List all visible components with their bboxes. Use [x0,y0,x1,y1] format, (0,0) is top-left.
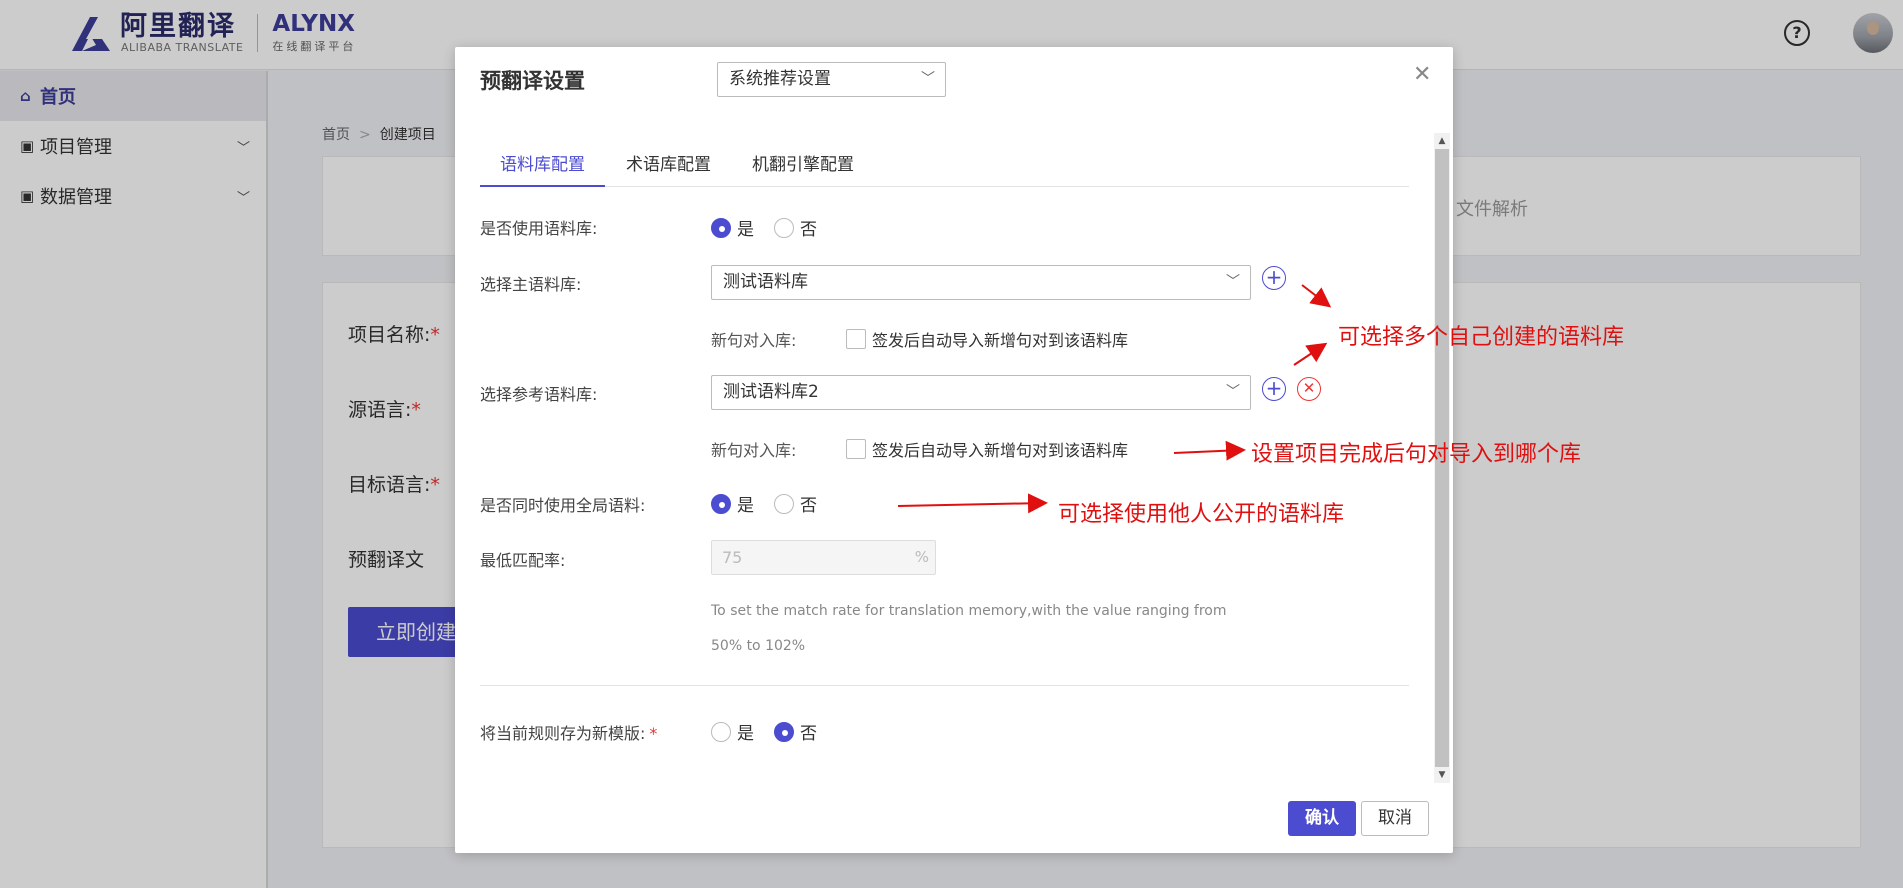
ref-tm-label: 选择参考语料库: [480,385,598,404]
close-icon[interactable]: ✕ [1413,64,1431,86]
use-tm-yes-option[interactable]: 是 [711,215,754,240]
chevron-down-icon: ﹀ [1226,274,1240,290]
save-template-yes-option[interactable]: 是 [711,719,754,744]
global-tm-label: 是否同时使用全局语料: [480,496,646,515]
new-pair-label: 新句对入库: [711,331,797,350]
annotation-import-target: 设置项目完成后句对导入到哪个库 [1251,442,1582,467]
ref-tm-value: 测试语料库2 [723,382,819,402]
auto-import-checkbox[interactable] [846,329,866,349]
config-tabs: 语料库配置 术语库配置 机翻引擎配置 [480,143,1409,187]
main-tm-label: 选择主语料库: [480,275,582,294]
add-main-tm-plus-icon[interactable]: + [1262,266,1286,290]
main-tm-value: 测试语料库 [723,272,808,292]
min-match-placeholder: 75 [722,548,743,567]
radio-label: 是 [737,496,754,516]
main-tm-auto-import[interactable]: 签发后自动导入新增句对到该语料库 [846,327,1128,351]
tab-termbase-config[interactable]: 术语库配置 [606,143,731,187]
annotation-public-tm: 可选择使用他人公开的语料库 [1058,502,1345,527]
chevron-down-icon: ﹀ [1226,384,1240,400]
match-rate-hint-line1: To set the match rate for translation me… [711,603,1227,619]
tab-mt-engine-config[interactable]: 机翻引擎配置 [732,143,874,187]
tab-tm-config[interactable]: 语料库配置 [480,143,605,187]
radio-label: 否 [800,496,817,516]
radio-checked[interactable] [774,721,794,742]
min-match-input[interactable]: 75 % [711,540,936,575]
save-template-no-option[interactable]: 否 [774,719,817,744]
radio-label: 否 [800,724,817,744]
radio-label: 是 [737,220,754,240]
percent-unit: % [914,548,929,566]
scroll-down-arrow-icon[interactable]: ▼ [1434,767,1450,783]
template-select[interactable]: 系统推荐设置 ﹀ [717,62,946,97]
main-tm-select[interactable]: 测试语料库 ﹀ [711,265,1251,300]
chevron-down-icon: ﹀ [921,71,935,87]
global-tm-yes-option[interactable]: 是 [711,491,754,516]
radio-unchecked[interactable] [711,721,731,742]
radio-unchecked[interactable] [774,217,794,238]
global-tm-radio-group: 是 否 [711,491,837,516]
radio-checked[interactable] [711,493,731,514]
add-ref-tm-plus-icon[interactable]: + [1262,377,1286,401]
radio-label: 是 [737,724,754,744]
auto-import-label: 签发后自动导入新增句对到该语料库 [872,331,1129,350]
auto-import-label: 签发后自动导入新增句对到该语料库 [872,441,1129,460]
dialog-title: 预翻译设置 [480,69,585,93]
template-select-value: 系统推荐设置 [729,69,831,89]
use-tm-radio-group: 是 否 [711,215,837,240]
radio-label: 否 [800,220,817,240]
save-template-label: 将当前规则存为新模版: * [480,724,658,743]
min-match-label: 最低匹配率: [480,551,566,570]
auto-import-checkbox[interactable] [846,439,866,459]
save-template-radio-group: 是 否 [711,719,837,744]
divider [480,685,1409,686]
ref-tm-select[interactable]: 测试语料库2 ﹀ [711,375,1251,410]
annotation-multi-tm: 可选择多个自己创建的语料库 [1338,325,1625,350]
scroll-up-arrow-icon[interactable]: ▲ [1434,133,1450,149]
use-tm-label: 是否使用语料库: [480,219,598,238]
radio-checked[interactable] [711,217,731,238]
use-tm-no-option[interactable]: 否 [774,215,817,240]
radio-unchecked[interactable] [774,493,794,514]
remove-ref-tm-close-circle-icon[interactable]: ✕ [1297,377,1321,401]
new-pair-label: 新句对入库: [711,441,797,460]
ref-tm-auto-import[interactable]: 签发后自动导入新增句对到该语料库 [846,437,1128,461]
global-tm-no-option[interactable]: 否 [774,491,817,516]
confirm-button[interactable]: 确认 [1288,801,1356,836]
match-rate-hint-line2: 50% to 102% [711,638,806,654]
cancel-button[interactable]: 取消 [1361,801,1429,836]
